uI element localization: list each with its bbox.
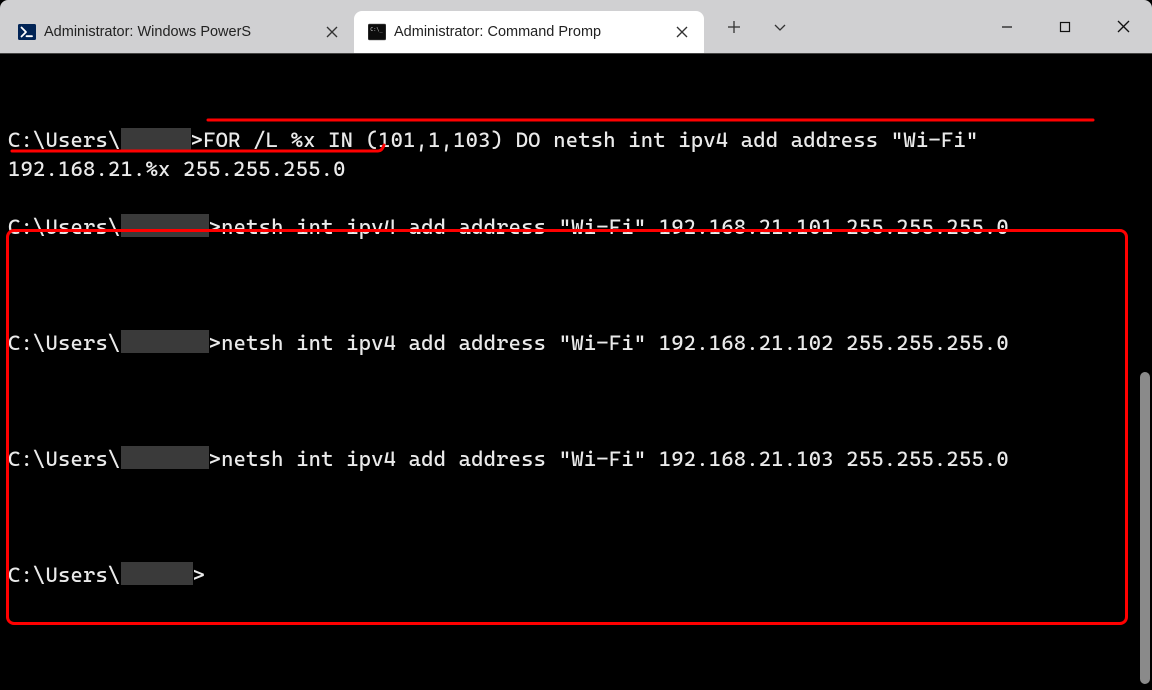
input-command-block: C:\Users\ >FOR /L %x IN (101,1,103) DO ne… <box>8 68 1144 184</box>
tab-close-button[interactable] <box>670 20 694 44</box>
prompt-prefix: C:\Users\ <box>8 215 121 239</box>
tab-cmd[interactable]: C:\_ Administrator: Command Promp <box>354 11 704 53</box>
maximize-button[interactable] <box>1036 0 1094 53</box>
maximize-icon <box>1059 21 1071 33</box>
tab-close-button[interactable] <box>320 20 344 44</box>
plus-icon <box>727 20 741 34</box>
redacted-username <box>121 562 193 585</box>
tab-actions <box>704 0 802 53</box>
redacted-username <box>121 446 209 469</box>
tab-strip: Administrator: Windows PowerS C:\_ Admin… <box>0 0 704 53</box>
powershell-icon <box>18 23 36 41</box>
output-line: netsh int ipv4 add address "Wi-Fi" 192.1… <box>221 331 1009 355</box>
output-line: netsh int ipv4 add address "Wi-Fi" 192.1… <box>221 447 1009 471</box>
tab-powershell[interactable]: Administrator: Windows PowerS <box>4 11 354 53</box>
prompt-prefix: C:\Users\ <box>8 331 121 355</box>
minimize-icon <box>1001 21 1013 33</box>
close-window-button[interactable] <box>1094 0 1152 53</box>
prompt-suffix: > <box>209 331 222 355</box>
tab-title: Administrator: Command Promp <box>394 24 662 40</box>
output-line: netsh int ipv4 add address "Wi-Fi" 192.1… <box>221 215 1009 239</box>
window-controls <box>978 0 1152 53</box>
tab-title: Administrator: Windows PowerS <box>44 24 312 40</box>
scrollbar-track[interactable] <box>1138 54 1152 690</box>
blank-line <box>8 99 21 123</box>
svg-text:C:\_: C:\_ <box>370 27 383 33</box>
scrollbar-thumb[interactable] <box>1140 372 1150 684</box>
terminal-window: Administrator: Windows PowerS C:\_ Admin… <box>0 0 1152 690</box>
terminal-viewport[interactable]: C:\Users\>FOR /L %x IN (101,1,103) DO ne… <box>0 54 1152 690</box>
prompt-suffix: > <box>209 215 222 239</box>
redacted-username <box>121 214 209 237</box>
prompt-suffix: > <box>191 128 204 152</box>
close-icon <box>326 26 338 38</box>
terminal-content[interactable]: C:\Users\>FOR /L %x IN (101,1,103) DO ne… <box>0 54 1152 690</box>
close-icon <box>676 26 688 38</box>
prompt-suffix: > <box>209 447 222 471</box>
redacted-username <box>121 128 191 150</box>
prompt-prefix: C:\Users\ <box>8 128 121 152</box>
titlebar-drag-region[interactable] <box>802 0 978 53</box>
prompt-suffix: > <box>193 563 206 587</box>
chevron-down-icon <box>773 20 787 34</box>
command-text-line1: FOR /L %x IN (101,1,103) DO netsh int ip… <box>203 128 978 152</box>
prompt-prefix: C:\Users\ <box>8 447 121 471</box>
titlebar[interactable]: Administrator: Windows PowerS C:\_ Admin… <box>0 0 1152 54</box>
close-icon <box>1117 20 1130 33</box>
minimize-button[interactable] <box>978 0 1036 53</box>
tab-dropdown-button[interactable] <box>758 7 802 47</box>
prompt-prefix: C:\Users\ <box>8 563 121 587</box>
command-text-line2: 192.168.21.%x 255.255.255.0 <box>8 157 346 181</box>
new-tab-button[interactable] <box>712 7 756 47</box>
cmd-icon: C:\_ <box>368 23 386 41</box>
redacted-username <box>121 330 209 353</box>
